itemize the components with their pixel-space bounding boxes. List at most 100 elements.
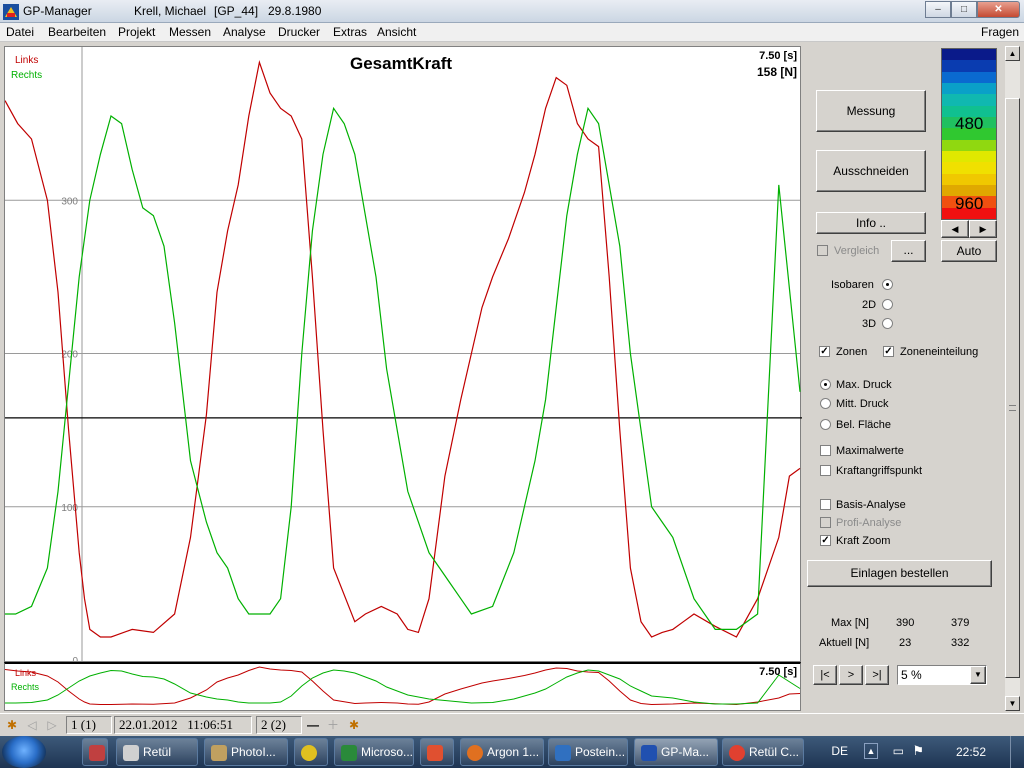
menu-projekt[interactable]: Projekt	[118, 25, 155, 39]
menu-drucker[interactable]: Drucker	[278, 25, 320, 39]
menu-datei[interactable]: Datei	[6, 25, 34, 39]
start-button-icon[interactable]	[2, 736, 46, 768]
overview-links-line	[5, 666, 801, 706]
taskbar-item-outlook[interactable]: Postein...	[548, 738, 628, 766]
maximize-button[interactable]: □	[951, 1, 977, 18]
kraft-zoom-label: Kraft Zoom	[836, 535, 891, 547]
taskbar-item-chrome[interactable]: Retül C...	[722, 738, 804, 766]
scroll-down-icon[interactable]: ▼	[1005, 696, 1020, 711]
mitt-druck-radio[interactable]	[820, 398, 831, 409]
scale-swatch	[942, 71, 996, 83]
force-readout: 158 [N]	[756, 65, 797, 79]
maximalwerte-label: Maximalwerte	[836, 445, 904, 457]
taskbar-item-firefox[interactable]: Argon 1...	[460, 738, 544, 766]
export-icon[interactable]: ✱	[346, 716, 362, 734]
vertical-scrollbar[interactable]: ▲ ▼	[1005, 46, 1020, 711]
clock[interactable]: 22:52	[956, 745, 986, 768]
chevron-down-icon[interactable]: ▼	[970, 666, 986, 684]
language-indicator[interactable]: DE	[831, 744, 848, 768]
menu-messen[interactable]: Messen	[169, 25, 211, 39]
profi-analyse-label: Profi-Analyse	[836, 517, 902, 529]
auto-button[interactable]: Auto	[941, 240, 997, 262]
scroll-up-icon[interactable]: ▲	[1005, 46, 1020, 61]
view-2d-label: 2D	[862, 299, 877, 311]
record-datetime: 22.01.2012 11:06:51	[114, 716, 252, 734]
new-record-icon[interactable]: ✱	[4, 716, 20, 734]
zoneneinteilung-checkbox[interactable]: ✓	[883, 346, 894, 357]
title-bar: GP-Manager Krell, Michael [GP_44] 29.8.1…	[0, 0, 1024, 23]
kraft-zoom-checkbox[interactable]: ✓	[820, 535, 831, 546]
messung-button[interactable]: Messung	[816, 90, 926, 132]
nav-first-button[interactable]: |<	[813, 665, 837, 685]
taskbar-item-retul[interactable]: Retül	[116, 738, 198, 766]
chrome-app-icon	[729, 745, 745, 761]
maximalwerte-checkbox[interactable]	[820, 445, 831, 456]
flag-icon[interactable]: ⚑	[912, 743, 924, 768]
taskbar-item-gp-manager[interactable]: GP-Ma...	[634, 738, 718, 766]
show-desktop-button[interactable]	[1010, 736, 1024, 768]
outlook-app-icon	[555, 745, 571, 761]
plus-icon[interactable]: ＋	[325, 716, 341, 734]
scale-right-arrow-icon[interactable]: ▶	[969, 220, 997, 238]
menu-bearbeiten[interactable]: Bearbeiten	[48, 25, 106, 39]
menu-ansicht[interactable]: Ansicht	[377, 25, 416, 39]
taskbar-item-label: GP-Ma...	[661, 745, 710, 759]
info-button[interactable]: Info ..	[816, 212, 926, 234]
scale-label-960: 960	[955, 194, 984, 213]
show-hidden-icons-icon[interactable]: ▲	[864, 743, 878, 759]
max-druck-radio[interactable]	[820, 379, 831, 390]
retul-app-icon	[123, 745, 139, 761]
record-counter: 1 (1)	[66, 716, 112, 734]
max-druck-label: Max. Druck	[836, 379, 892, 391]
aktuell-label: Aktuell [N]	[819, 637, 870, 649]
taskbar-item-photoimpact[interactable]: PhotoI...	[204, 738, 288, 766]
chart-title: GesamtKraft	[350, 54, 453, 73]
step-counter: 2 (2)	[256, 716, 302, 734]
taskbar-quicklaunch-icon[interactable]	[82, 738, 108, 766]
legend-rechts: Rechts	[11, 70, 43, 81]
max-label: Max [N]	[831, 617, 869, 629]
taskbar-item-label: Postein...	[575, 745, 626, 759]
zonen-checkbox[interactable]: ✓	[819, 346, 830, 357]
bel-flaeche-radio[interactable]	[820, 419, 831, 430]
isobaren-label: Isobaren	[831, 279, 874, 291]
basis-analyse-checkbox[interactable]	[820, 499, 831, 510]
speed-select[interactable]: 5 % ▼	[897, 665, 987, 685]
max-left-value: 390	[896, 617, 915, 629]
nav-next-button[interactable]: >	[839, 665, 863, 685]
minimize-button[interactable]: –	[925, 1, 951, 18]
view-3d-radio[interactable]	[882, 318, 893, 329]
einlagen-bestellen-button[interactable]: Einlagen bestellen	[807, 560, 992, 587]
prev-icon[interactable]: ◁	[24, 716, 40, 734]
isobaren-radio[interactable]	[882, 279, 893, 290]
minus-icon[interactable]: —	[305, 716, 321, 734]
nav-last-button[interactable]: >|	[865, 665, 889, 685]
overview-chart-svg	[5, 666, 801, 706]
menu-analyse[interactable]: Analyse	[223, 25, 266, 39]
view-2d-radio[interactable]	[882, 299, 893, 310]
next-icon[interactable]: ▷	[44, 716, 60, 734]
overview-chart[interactable]: Links Rechts 7.50 [s]	[4, 662, 801, 711]
ausschneiden-button[interactable]: Ausschneiden	[816, 150, 926, 192]
kraftangriffspunkt-checkbox[interactable]	[820, 465, 831, 476]
overview-rechts-line	[5, 669, 801, 705]
scroll-grip-icon	[1009, 405, 1016, 411]
scroll-thumb[interactable]	[1005, 98, 1020, 678]
taskbar-item-picasa[interactable]	[420, 738, 454, 766]
menu-fragen[interactable]: Fragen	[981, 25, 1019, 39]
network-icon[interactable]: ▭	[893, 744, 904, 768]
taskbar-item-norton[interactable]	[294, 738, 328, 766]
taskbar-item-excel[interactable]: Microso...	[334, 738, 414, 766]
vergleich-browse-button[interactable]: ...	[891, 240, 926, 262]
series-rechts-line	[5, 106, 801, 631]
force-chart[interactable]: 3002001000 Links Rechts GesamtKraft 7.50…	[4, 46, 802, 662]
excel-app-icon	[341, 745, 357, 761]
scale-swatch	[942, 60, 996, 72]
menu-extras[interactable]: Extras	[333, 25, 367, 39]
y-tick-label: 200	[61, 350, 78, 361]
scale-left-arrow-icon[interactable]: ◀	[941, 220, 969, 238]
scale-swatch	[942, 139, 996, 151]
view-3d-label: 3D	[862, 318, 877, 330]
close-button[interactable]: ✕	[977, 1, 1020, 18]
scale-swatch	[942, 162, 996, 174]
